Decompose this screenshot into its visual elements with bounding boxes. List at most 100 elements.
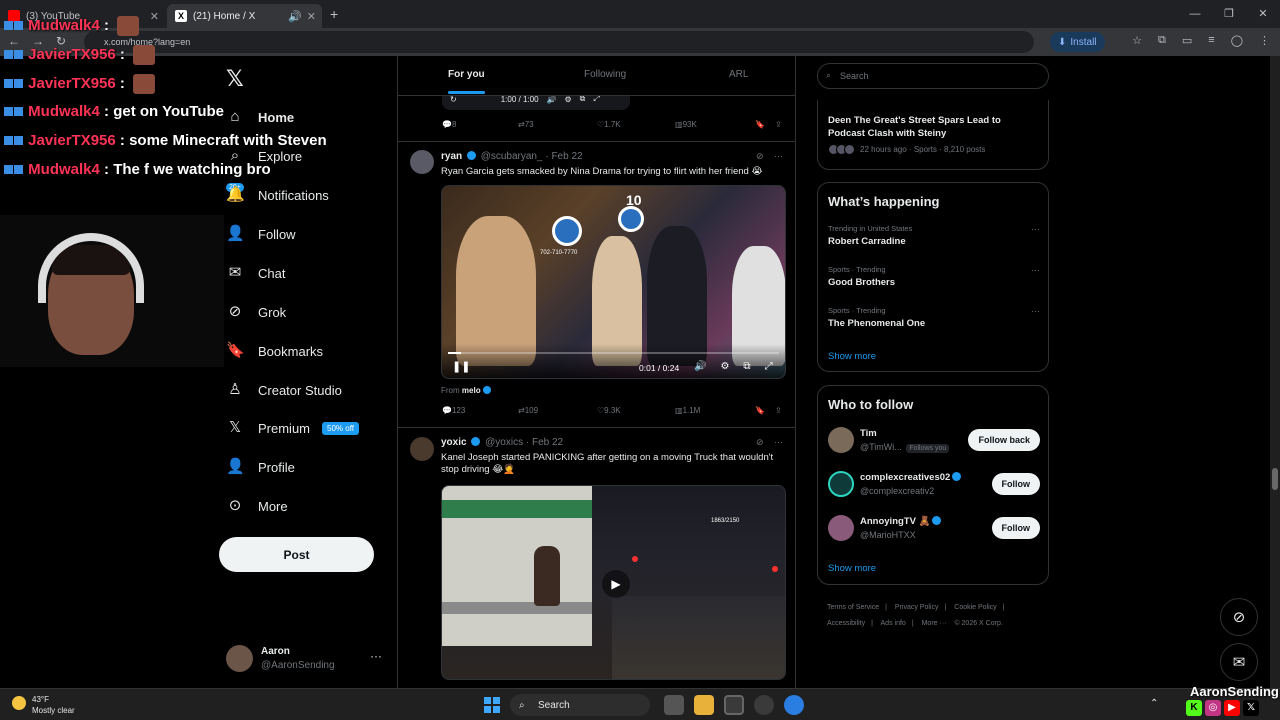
pause-icon[interactable]: ❚❚ xyxy=(452,360,470,373)
tweet-author-handle[interactable]: @yoxics xyxy=(485,437,523,448)
post-button[interactable]: Post xyxy=(219,537,374,572)
nav-follow[interactable]: 👤 Follow xyxy=(226,222,396,246)
trend-item[interactable]: Sports · Trending Good Brothers ··· xyxy=(828,265,1040,288)
nav-explore[interactable]: ⌕ Explore xyxy=(226,144,396,168)
bookmark-tweet-icon[interactable]: 🔖 xyxy=(755,120,765,129)
news-card[interactable]: Deen The Great's Street Spars Lead to Po… xyxy=(817,100,1049,170)
nav-more[interactable]: ⊙ More xyxy=(226,494,396,518)
tweet-author-handle[interactable]: @scubaryan_ xyxy=(481,151,543,162)
footer-link[interactable]: More ··· xyxy=(922,620,947,627)
avatar[interactable] xyxy=(410,437,434,461)
like-button[interactable]: ♡ 9.3K xyxy=(597,406,621,415)
more-options-icon[interactable]: ··· xyxy=(1031,306,1040,316)
more-options-icon[interactable]: ··· xyxy=(774,437,783,447)
source-user[interactable]: melo xyxy=(462,386,481,395)
weather-widget[interactable]: 43°F Mostly clear xyxy=(12,694,75,716)
views-button[interactable]: ▥ 1.1M xyxy=(675,406,700,415)
tray-overflow-icon[interactable]: ⌃ xyxy=(1150,698,1158,709)
more-options-icon[interactable]: ··· xyxy=(1031,224,1040,234)
tab-arl[interactable]: ARL xyxy=(729,69,748,80)
grok-floating-button[interactable]: ⊘ xyxy=(1220,598,1258,636)
file-explorer-icon[interactable] xyxy=(694,695,714,715)
page-scrollbar[interactable] xyxy=(1270,56,1280,690)
sidebar-icon[interactable]: ▭ xyxy=(1182,34,1192,47)
task-view-icon[interactable] xyxy=(664,695,684,715)
nav-grok[interactable]: ⊘ Grok xyxy=(226,300,396,324)
taskbar-search[interactable]: ⌕ Search xyxy=(510,694,650,716)
close-tab-icon[interactable]: ✕ xyxy=(150,10,159,23)
pip-icon[interactable]: ⧉ xyxy=(743,361,750,372)
mute-tab-icon[interactable]: 🔊 xyxy=(288,10,302,23)
scrollbar-thumb[interactable] xyxy=(1272,468,1278,490)
profile-icon[interactable]: ◯ xyxy=(1231,34,1243,47)
follow-button[interactable]: Follow xyxy=(991,517,1040,539)
chrome-icon[interactable] xyxy=(784,695,804,715)
nav-chat[interactable]: ✉ Chat xyxy=(226,261,396,285)
footer-link[interactable]: Terms of Service xyxy=(827,604,879,611)
reply-button[interactable]: 💬 123 xyxy=(442,406,465,415)
trend-item[interactable]: Trending in United States Robert Carradi… xyxy=(828,224,1040,247)
tweet-author-name[interactable]: ryan xyxy=(441,151,462,162)
tweet-video[interactable]: 1863/2150 ▶ xyxy=(441,485,786,680)
close-tab-icon[interactable]: ✕ xyxy=(307,10,316,23)
nav-profile[interactable]: 👤 Profile xyxy=(226,455,396,479)
maximize-icon[interactable]: ❐ xyxy=(1212,0,1246,28)
nav-premium[interactable]: 𝕏 Premium 50% off xyxy=(226,416,396,440)
windows-start-icon[interactable] xyxy=(484,697,500,713)
footer-link[interactable]: Accessibility xyxy=(827,620,865,627)
x-logo-icon[interactable]: 𝕏 xyxy=(226,66,244,92)
tab-x-home[interactable]: X (21) Home / X 🔊 ✕ xyxy=(167,4,322,28)
reply-button[interactable]: 💬 8 xyxy=(442,120,456,129)
share-icon[interactable]: ⇪ xyxy=(775,120,782,129)
trend-item[interactable]: Sports · Trending The Phenomenal One ··· xyxy=(828,306,1040,329)
nav-notifications[interactable]: 🔔 Notifications xyxy=(226,183,396,207)
follow-suggestion[interactable]: AnnoyingTV 🧸 @MarioHTXX Follow xyxy=(828,515,1040,545)
account-switcher[interactable]: Aaron @AaronSending ··· xyxy=(226,643,386,673)
share-icon[interactable]: ⇪ xyxy=(775,406,782,415)
avatar[interactable] xyxy=(410,150,434,174)
follow-suggestion[interactable]: complexcreatives02 @complexcreativ2 Foll… xyxy=(828,471,1040,501)
more-options-icon[interactable]: ··· xyxy=(1031,265,1040,275)
show-more-link[interactable]: Show more xyxy=(828,351,876,362)
nav-bookmarks[interactable]: 🔖 Bookmarks xyxy=(226,339,396,363)
menu-icon[interactable]: ⋮ xyxy=(1259,34,1270,47)
fullscreen-icon[interactable]: ⤢ xyxy=(765,361,773,372)
volume-icon[interactable]: 🔊 xyxy=(694,361,706,372)
forward-icon[interactable]: → xyxy=(32,34,44,48)
repost-button[interactable]: ⇄ 73 xyxy=(518,120,534,129)
search-input[interactable]: ⌕ Search xyxy=(817,63,1049,89)
tweet-date[interactable]: Feb 22 xyxy=(551,151,582,162)
follow-button[interactable]: Follow xyxy=(991,473,1040,495)
follow-suggestion[interactable]: Tim @TimWi... Follows you Follow back xyxy=(828,427,1040,457)
video-progress-bar[interactable] xyxy=(448,352,779,354)
obs-icon[interactable] xyxy=(724,695,744,715)
views-button[interactable]: ▥ 93K xyxy=(675,120,697,129)
grok-icon[interactable]: ⊘ xyxy=(756,437,764,447)
messages-floating-button[interactable]: ✉ xyxy=(1220,643,1258,681)
more-options-icon[interactable]: ··· xyxy=(370,649,382,663)
tweet-video[interactable]: 10 702-710-7770 ❚❚ 0:01 / 0:24 🔊 ⚙ ⧉ ⤢ xyxy=(441,185,786,379)
nav-creator-studio[interactable]: ♙ Creator Studio xyxy=(226,378,396,402)
install-app-button[interactable]: ⬇ Install xyxy=(1050,32,1105,52)
tab-for-you[interactable]: For you xyxy=(448,69,485,94)
play-icon[interactable]: ▶ xyxy=(602,570,630,598)
media-icon[interactable]: ≡ xyxy=(1208,34,1214,47)
reload-icon[interactable]: ↻ xyxy=(56,34,66,48)
tab-youtube[interactable]: (3) YouTube ✕ xyxy=(0,4,165,28)
repost-button[interactable]: ⇄ 109 xyxy=(518,406,538,415)
bookmark-tweet-icon[interactable]: 🔖 xyxy=(755,406,765,415)
tweet-author-name[interactable]: yoxic xyxy=(441,437,467,448)
close-window-icon[interactable]: ✕ xyxy=(1246,0,1280,28)
more-options-icon[interactable]: ··· xyxy=(774,151,783,161)
footer-link[interactable]: Privacy Policy xyxy=(895,604,939,611)
footer-link[interactable]: Ads info xyxy=(881,620,906,627)
back-icon[interactable]: ← xyxy=(8,34,20,48)
extensions-icon[interactable]: ⧉ xyxy=(1158,34,1166,47)
footer-link[interactable]: Cookie Policy xyxy=(954,604,996,611)
new-tab-button[interactable]: + xyxy=(330,6,338,22)
bookmark-star-icon[interactable]: ☆ xyxy=(1132,34,1142,47)
like-button[interactable]: ♡ 1.7K xyxy=(597,120,621,129)
settings-icon[interactable]: ⚙ xyxy=(720,361,729,372)
follow-back-button[interactable]: Follow back xyxy=(968,429,1040,451)
nav-home[interactable]: ⌂ Home xyxy=(226,105,396,129)
